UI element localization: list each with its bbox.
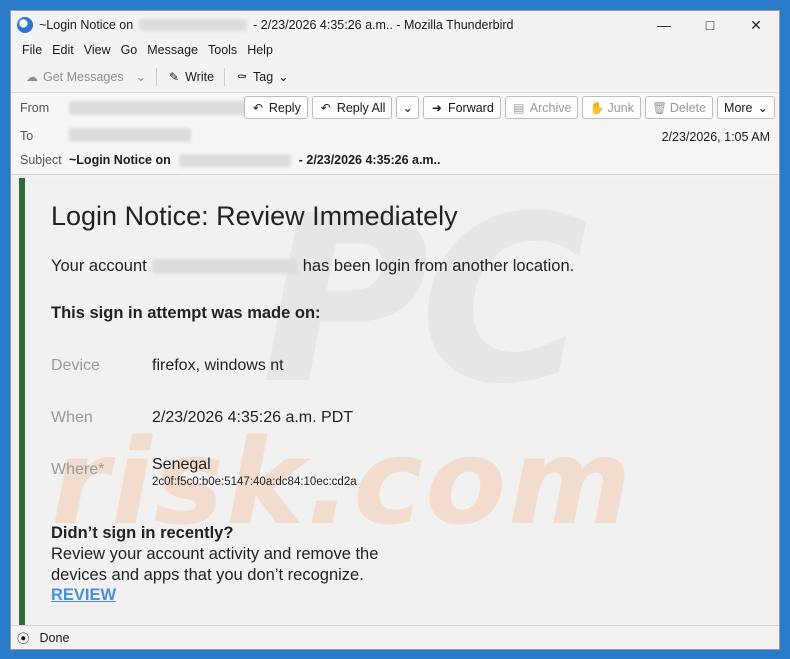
- trash-icon: 🗑: [651, 100, 668, 115]
- subject-value: ~Login Notice on - 2/23/2026 4:35:26 a.m…: [69, 153, 441, 167]
- ip-address: 2c0f:f5c0:b0e:5147:40a:dc84:10ec:cd2a: [152, 476, 357, 488]
- where-value: Senegal: [152, 456, 211, 473]
- archive-label: Archive: [529, 100, 572, 115]
- delete-label: Delete: [669, 100, 707, 115]
- menu-file[interactable]: File: [17, 43, 47, 57]
- redacted-account: [151, 259, 298, 274]
- tag-button[interactable]: ⚰ Tag ⌄: [229, 66, 295, 87]
- body-line-1: Review your account activity and remove …: [51, 545, 379, 563]
- junk-button[interactable]: ✋ Junk: [582, 96, 641, 119]
- minimize-icon[interactable]: —: [641, 11, 687, 39]
- menu-message[interactable]: Message: [142, 43, 203, 57]
- message-actions: ↶ Reply ↶ Reply All ⌄ ➜ Forward ▤ Archiv…: [243, 96, 775, 119]
- menu-tools[interactable]: Tools: [203, 43, 242, 57]
- title-bar: ~Login Notice on - 2/23/2026 4:35:26 a.m…: [11, 11, 779, 39]
- junk-label: Junk: [607, 100, 634, 115]
- redacted-recipient-field: [69, 128, 191, 142]
- menu-help[interactable]: Help: [242, 43, 278, 57]
- message-header: From To ↶ Reply ↶ Reply All ⌄ ➜ Forward …: [11, 93, 779, 175]
- toolbar-divider: [224, 67, 226, 86]
- broadcast-icon: ⦿: [17, 632, 30, 646]
- window-title-suffix: - 2/23/2026 4:35:26 a.m.. - Mozilla Thun…: [253, 18, 514, 32]
- window-title-prefix: ~Login Notice on: [39, 18, 134, 32]
- get-messages-label: Get Messages: [43, 69, 124, 84]
- window-title: ~Login Notice on - 2/23/2026 4:35:26 a.m…: [39, 18, 514, 32]
- pencil-icon: ✎: [169, 69, 180, 84]
- device-value: firefox, windows nt: [152, 357, 284, 374]
- archive-button[interactable]: ▤ Archive: [504, 96, 579, 119]
- toolbar-divider: [156, 67, 158, 86]
- to-label: To: [20, 129, 34, 143]
- when-value: 2/23/2026 4:35:26 a.m. PDT: [152, 409, 354, 426]
- subject-label: Subject: [20, 153, 62, 167]
- reply-label: Reply: [268, 100, 301, 115]
- write-label: Write: [185, 69, 215, 84]
- forward-icon: ➜: [431, 100, 442, 115]
- chevron-down-icon: ⌄: [278, 70, 289, 84]
- intro-prefix: Your account: [51, 257, 147, 275]
- message-body: PC risk.com Login Notice: Review Immedia…: [11, 178, 779, 625]
- not-you-heading: Didn’t sign in recently?: [51, 524, 234, 542]
- device-label: Device: [51, 357, 100, 374]
- subject-suffix: - 2/23/2026 4:35:26 a.m..: [298, 153, 441, 167]
- email-content: Login Notice: Review Immediately Your ac…: [19, 178, 769, 625]
- junk-icon: ✋: [589, 100, 605, 115]
- from-label: From: [20, 101, 50, 115]
- message-date: 2/23/2026, 1:05 AM: [661, 130, 770, 144]
- subject-prefix: ~Login Notice on: [69, 153, 171, 167]
- intro-line: Your account has been login from another…: [51, 257, 574, 276]
- redacted-recipient: [139, 19, 248, 31]
- reply-all-dropdown[interactable]: ⌄: [396, 96, 419, 119]
- thunderbird-logo-icon: [17, 17, 33, 33]
- more-label: More: [724, 100, 753, 115]
- reply-button[interactable]: ↶ Reply: [243, 96, 308, 119]
- maximize-icon[interactable]: □: [687, 11, 733, 39]
- reply-all-icon: ↶: [320, 100, 331, 115]
- redacted-sender: [69, 101, 271, 115]
- delete-button[interactable]: 🗑 Delete: [644, 96, 714, 119]
- reply-icon: ↶: [252, 100, 263, 115]
- menu-edit[interactable]: Edit: [47, 43, 79, 57]
- menu-go[interactable]: Go: [116, 43, 143, 57]
- write-button[interactable]: ✎ Write: [161, 67, 220, 87]
- email-heading: Login Notice: Review Immediately: [51, 201, 458, 231]
- review-link[interactable]: REVIEW: [51, 586, 116, 605]
- status-bar: ⦿ Done: [11, 625, 779, 649]
- status-text: Done: [39, 630, 70, 645]
- redacted-subject-part: [178, 153, 291, 167]
- tag-label: Tag: [253, 69, 274, 84]
- menu-view[interactable]: View: [79, 43, 116, 57]
- tag-icon: ⚰: [236, 69, 248, 84]
- intro-suffix: has been login from another location.: [302, 257, 575, 275]
- get-messages-dropdown-icon[interactable]: ⌄: [130, 66, 152, 87]
- more-button[interactable]: More ⌄: [717, 96, 775, 119]
- reply-all-label: Reply All: [336, 100, 386, 115]
- forward-label: Forward: [447, 100, 494, 115]
- chevron-down-icon: ⌄: [757, 101, 768, 115]
- where-label: Where*: [51, 461, 105, 478]
- menu-bar: File Edit View Go Message Tools Help: [11, 39, 779, 61]
- get-messages-button[interactable]: ☁ Get Messages: [19, 67, 130, 87]
- attempt-heading: This sign in attempt was made on:: [51, 304, 321, 322]
- cloud-download-icon: ☁: [26, 69, 38, 84]
- body-line-2: devices and apps that you don’t recogniz…: [51, 566, 364, 584]
- when-label: When: [51, 409, 93, 426]
- archive-icon: ▤: [513, 100, 525, 115]
- forward-button[interactable]: ➜ Forward: [422, 96, 501, 119]
- close-icon[interactable]: ✕: [733, 11, 779, 39]
- reply-all-button[interactable]: ↶ Reply All: [311, 96, 393, 119]
- chevron-down-icon: ⌄: [402, 101, 413, 115]
- thunderbird-window: ~Login Notice on - 2/23/2026 4:35:26 a.m…: [10, 10, 780, 650]
- main-toolbar: ☁ Get Messages ⌄ ✎ Write ⚰ Tag ⌄: [11, 61, 779, 93]
